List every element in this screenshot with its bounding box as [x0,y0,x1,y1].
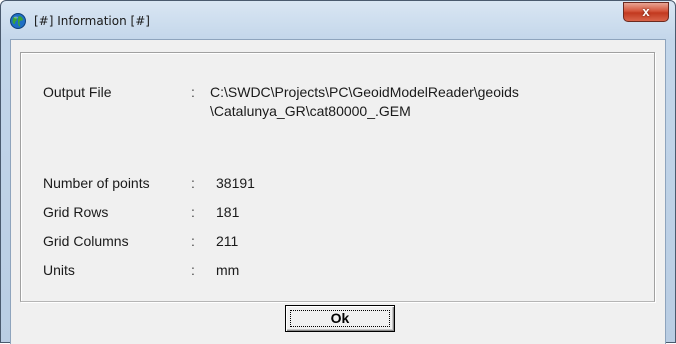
close-button[interactable]: x [623,2,669,22]
grid-columns-value: 211 [216,233,239,249]
number-of-points-label: Number of points [43,175,150,191]
grid-rows-label: Grid Rows [43,204,109,220]
close-icon: x [642,4,650,19]
ok-button[interactable]: Ok [285,305,395,332]
output-file-label: Output File [43,84,112,100]
output-file-path-line2: \Catalunya_GR\cat80000_.GEM [210,103,411,119]
units-separator: : [191,262,195,278]
information-dialog: [#] Information [#] x Output File : C:\S… [0,0,676,344]
grid-columns-separator: : [191,233,195,249]
title-bar[interactable]: [#] Information [#] x [1,1,675,39]
info-groupbox: Output File : C:\SWDC\Projects\PC\GeoidM… [20,52,655,302]
dialog-client-area: Output File : C:\SWDC\Projects\PC\GeoidM… [10,39,666,344]
units-value: mm [216,262,240,278]
window-title: [#] Information [#] [34,14,150,28]
grid-columns-label: Grid Columns [43,233,129,249]
grid-rows-separator: : [191,204,195,220]
output-file-path-line1: C:\SWDC\Projects\PC\GeoidModelReader\geo… [210,84,519,100]
globe-icon [10,13,26,29]
number-of-points-separator: : [191,175,195,191]
grid-rows-value: 181 [216,204,240,220]
ok-button-label: Ok [330,310,350,326]
units-label: Units [43,262,75,278]
number-of-points-value: 38191 [216,175,255,191]
output-file-separator: : [191,84,195,100]
